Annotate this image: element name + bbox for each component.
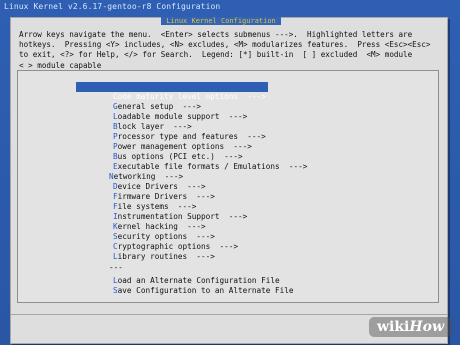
- menu-item-processor-type[interactable]: Processor type and features --->: [76, 122, 266, 141]
- menu-item-general-setup[interactable]: General setup --->: [76, 92, 201, 111]
- menu-item-instrumentation-support[interactable]: Instrumentation Support --->: [76, 202, 247, 221]
- menu-separator: ---: [72, 253, 123, 272]
- menu-list: Code maturity level options ---> General…: [17, 70, 439, 303]
- menu-item-block-layer[interactable]: Block layer --->: [76, 112, 192, 131]
- menu-item-networking[interactable]: Networking --->: [72, 162, 183, 181]
- window-title: Linux Kernel v2.6.17-gentoo-r8 Configura…: [4, 2, 221, 11]
- menu-item-library-routines[interactable]: Library routines --->: [76, 242, 215, 261]
- menu-item-cryptographic-options[interactable]: Cryptographic options --->: [76, 232, 238, 251]
- menu-item-loadable-module-support[interactable]: Loadable module support --->: [76, 102, 247, 121]
- menu-item-save-alternate-config[interactable]: Save Configuration to an Alternate File: [76, 276, 294, 295]
- watermark-how: How: [409, 319, 444, 335]
- menu-item-bus-options[interactable]: Bus options (PCI etc.) --->: [76, 142, 243, 161]
- help-text: Arrow keys navigate the menu. <Enter> se…: [19, 30, 431, 70]
- menu-label: ave Configuration to an Alternate File: [117, 286, 294, 295]
- menu-item-executable-formats[interactable]: Executable file formats / Emulations ---…: [76, 152, 307, 171]
- menu-item-kernel-hacking[interactable]: Kernel hacking --->: [76, 212, 206, 231]
- menu-label: ibrary routines --->: [117, 252, 215, 261]
- menu-item-code-maturity[interactable]: Code maturity level options --->: [76, 82, 268, 101]
- bottom-divider: [11, 314, 447, 315]
- menu-item-device-drivers[interactable]: Device Drivers --->: [76, 172, 206, 191]
- terminal-screen: Linux Kernel v2.6.17-gentoo-r8 Configura…: [0, 0, 460, 345]
- menu-item-file-systems[interactable]: File systems --->: [76, 192, 196, 211]
- menu-item-firmware-drivers[interactable]: Firmware Drivers --->: [76, 182, 215, 201]
- dialog-title: Linux Kernel Configuration: [161, 17, 281, 25]
- kernel-config-dialog: Linux Kernel Configuration Arrow keys na…: [10, 17, 448, 344]
- menu-item-load-alternate-config[interactable]: Load an Alternate Configuration File: [76, 266, 280, 285]
- wikihow-logo: wikiHow: [368, 317, 452, 337]
- menu-item-power-management[interactable]: Power management options --->: [76, 132, 252, 151]
- watermark-wiki: wiki: [376, 319, 410, 335]
- menu-item-security-options[interactable]: Security options --->: [76, 222, 215, 241]
